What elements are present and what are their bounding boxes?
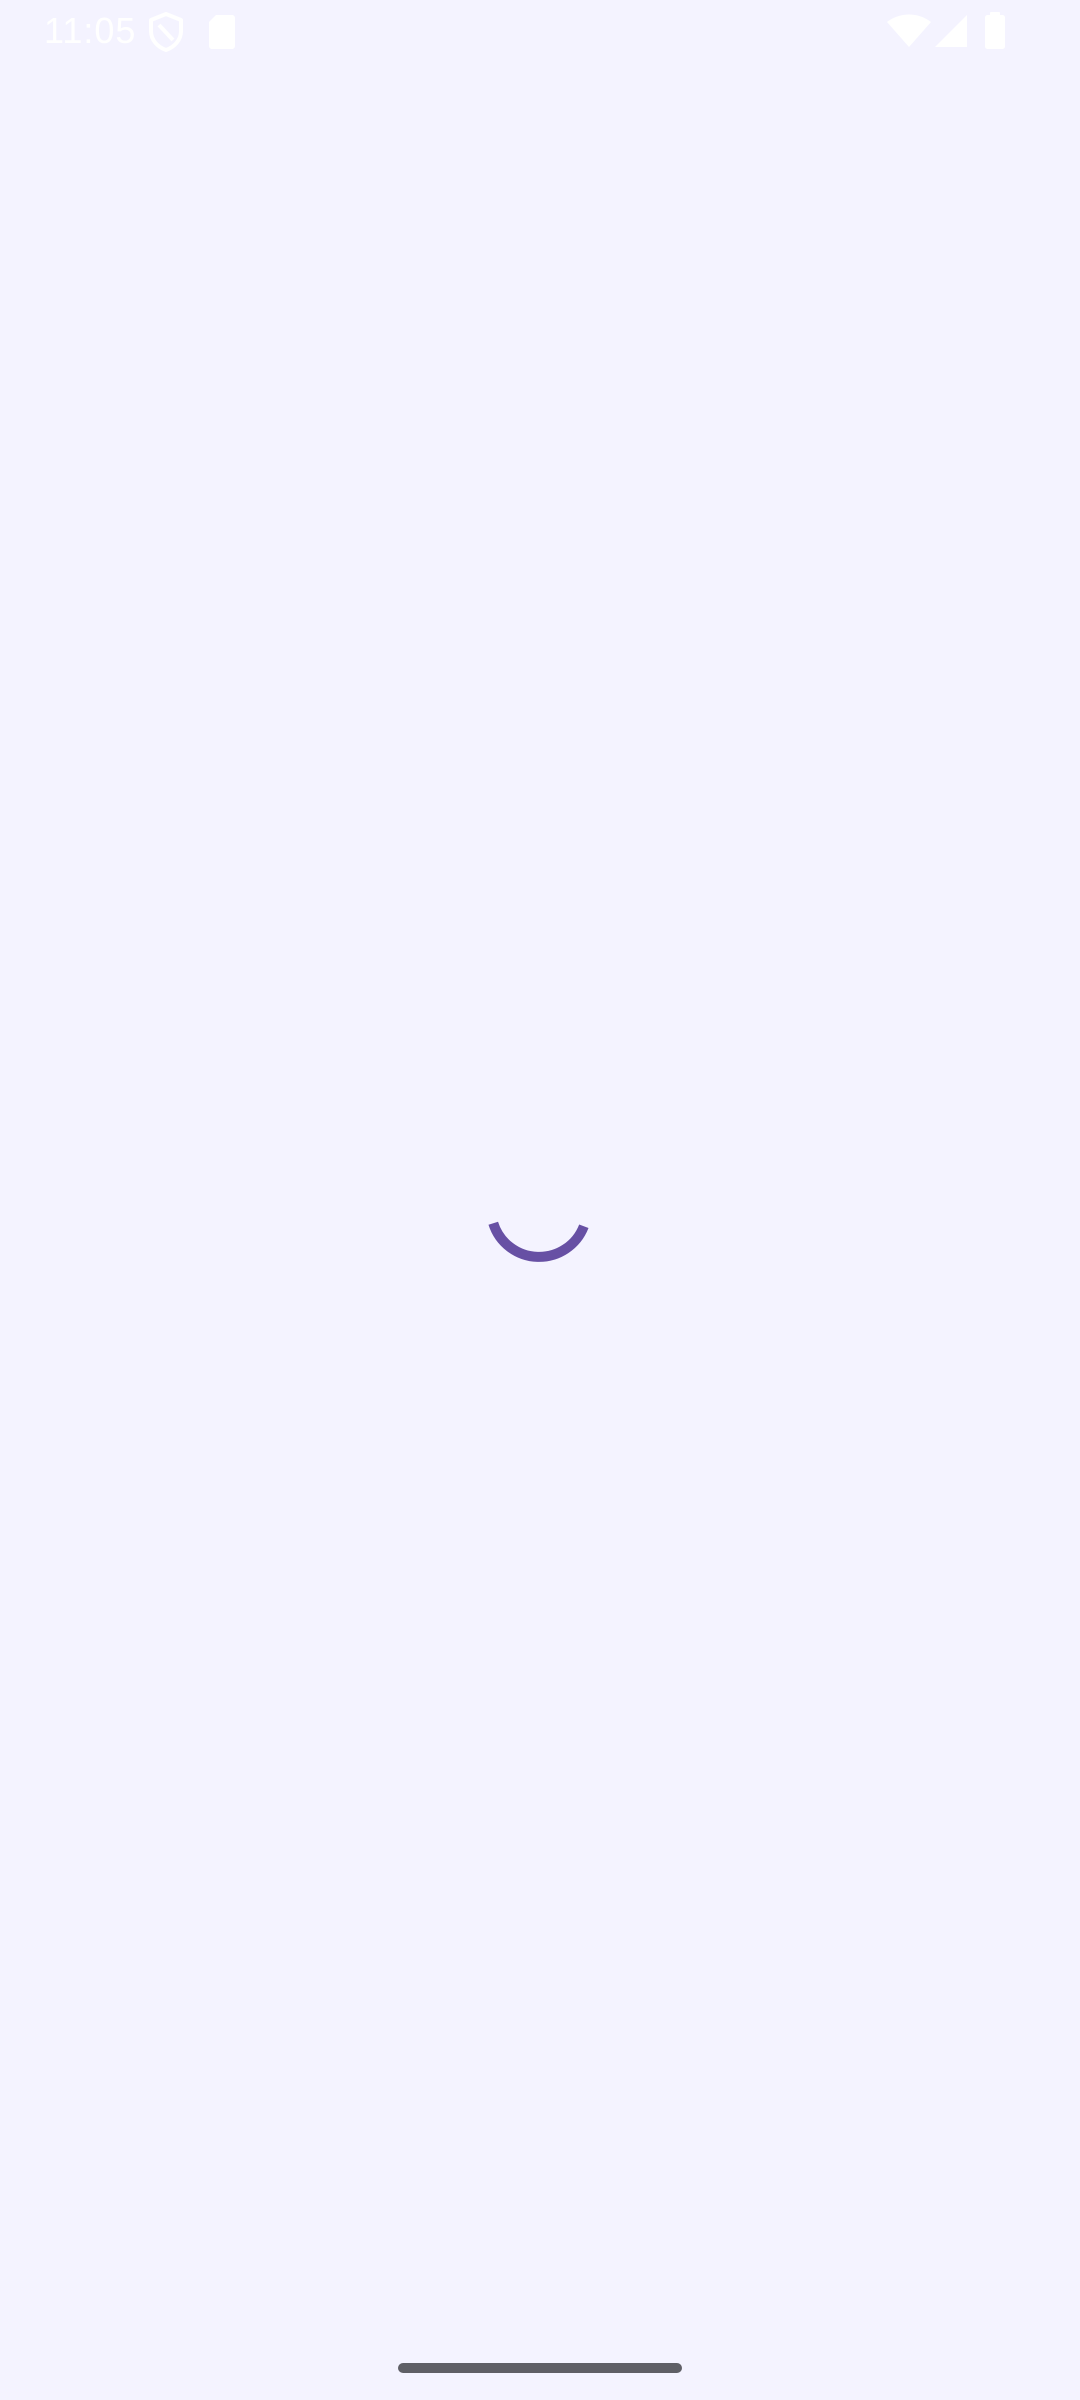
status-bar: 11:05	[0, 0, 1080, 64]
loading-spinner	[488, 1221, 589, 1262]
cellular-signal-icon	[935, 15, 967, 47]
shield-icon	[149, 12, 183, 52]
home-indicator[interactable]	[398, 2363, 682, 2373]
battery-icon	[985, 12, 1005, 49]
sd-card-icon	[209, 15, 235, 49]
status-time: 11:05	[44, 10, 137, 51]
wifi-icon	[887, 14, 931, 47]
